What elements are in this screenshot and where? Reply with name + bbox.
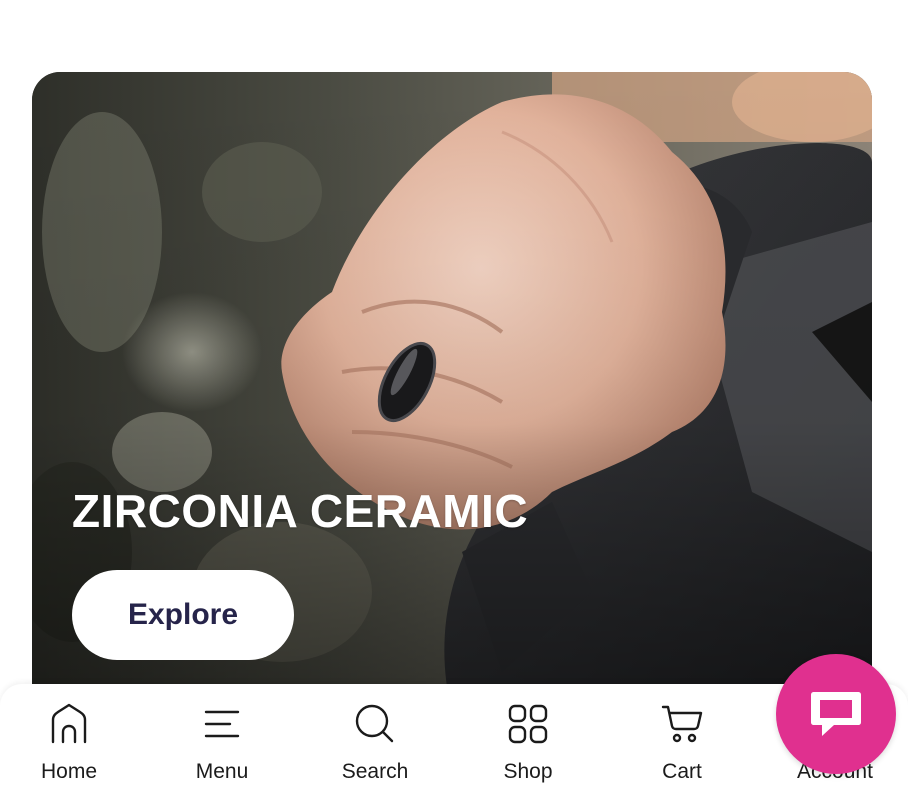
grid-icon bbox=[508, 704, 548, 744]
nav-item-cart[interactable]: Cart bbox=[622, 702, 742, 786]
nav-item-shop[interactable]: Shop bbox=[468, 702, 588, 786]
nav-item-menu[interactable]: Menu bbox=[162, 702, 282, 786]
hero-title: ZIRCONIA CERAMIC bbox=[72, 485, 529, 537]
nav-label-shop: Shop bbox=[503, 760, 553, 783]
nav-label-search: Search bbox=[341, 760, 409, 783]
explore-button[interactable]: Explore bbox=[72, 570, 294, 660]
nav-label-home: Home bbox=[40, 760, 98, 783]
bottom-navigation: Home Menu Search Shop Cart bbox=[0, 684, 908, 792]
nav-label-menu: Menu bbox=[195, 760, 249, 783]
hero-banner[interactable]: ZIRCONIA CERAMIC Explore bbox=[32, 72, 872, 712]
home-icon bbox=[51, 703, 87, 744]
menu-icon bbox=[204, 710, 240, 738]
page: ZIRCONIA CERAMIC Explore Home Menu Searc… bbox=[0, 0, 908, 792]
nav-label-cart: Cart bbox=[662, 760, 702, 783]
nav-item-home[interactable]: Home bbox=[9, 702, 129, 786]
nav-item-search[interactable]: Search bbox=[315, 702, 435, 786]
search-icon bbox=[355, 704, 394, 743]
chat-button[interactable] bbox=[776, 654, 896, 774]
chat-bubble-icon bbox=[811, 692, 861, 736]
cart-icon bbox=[661, 705, 703, 743]
